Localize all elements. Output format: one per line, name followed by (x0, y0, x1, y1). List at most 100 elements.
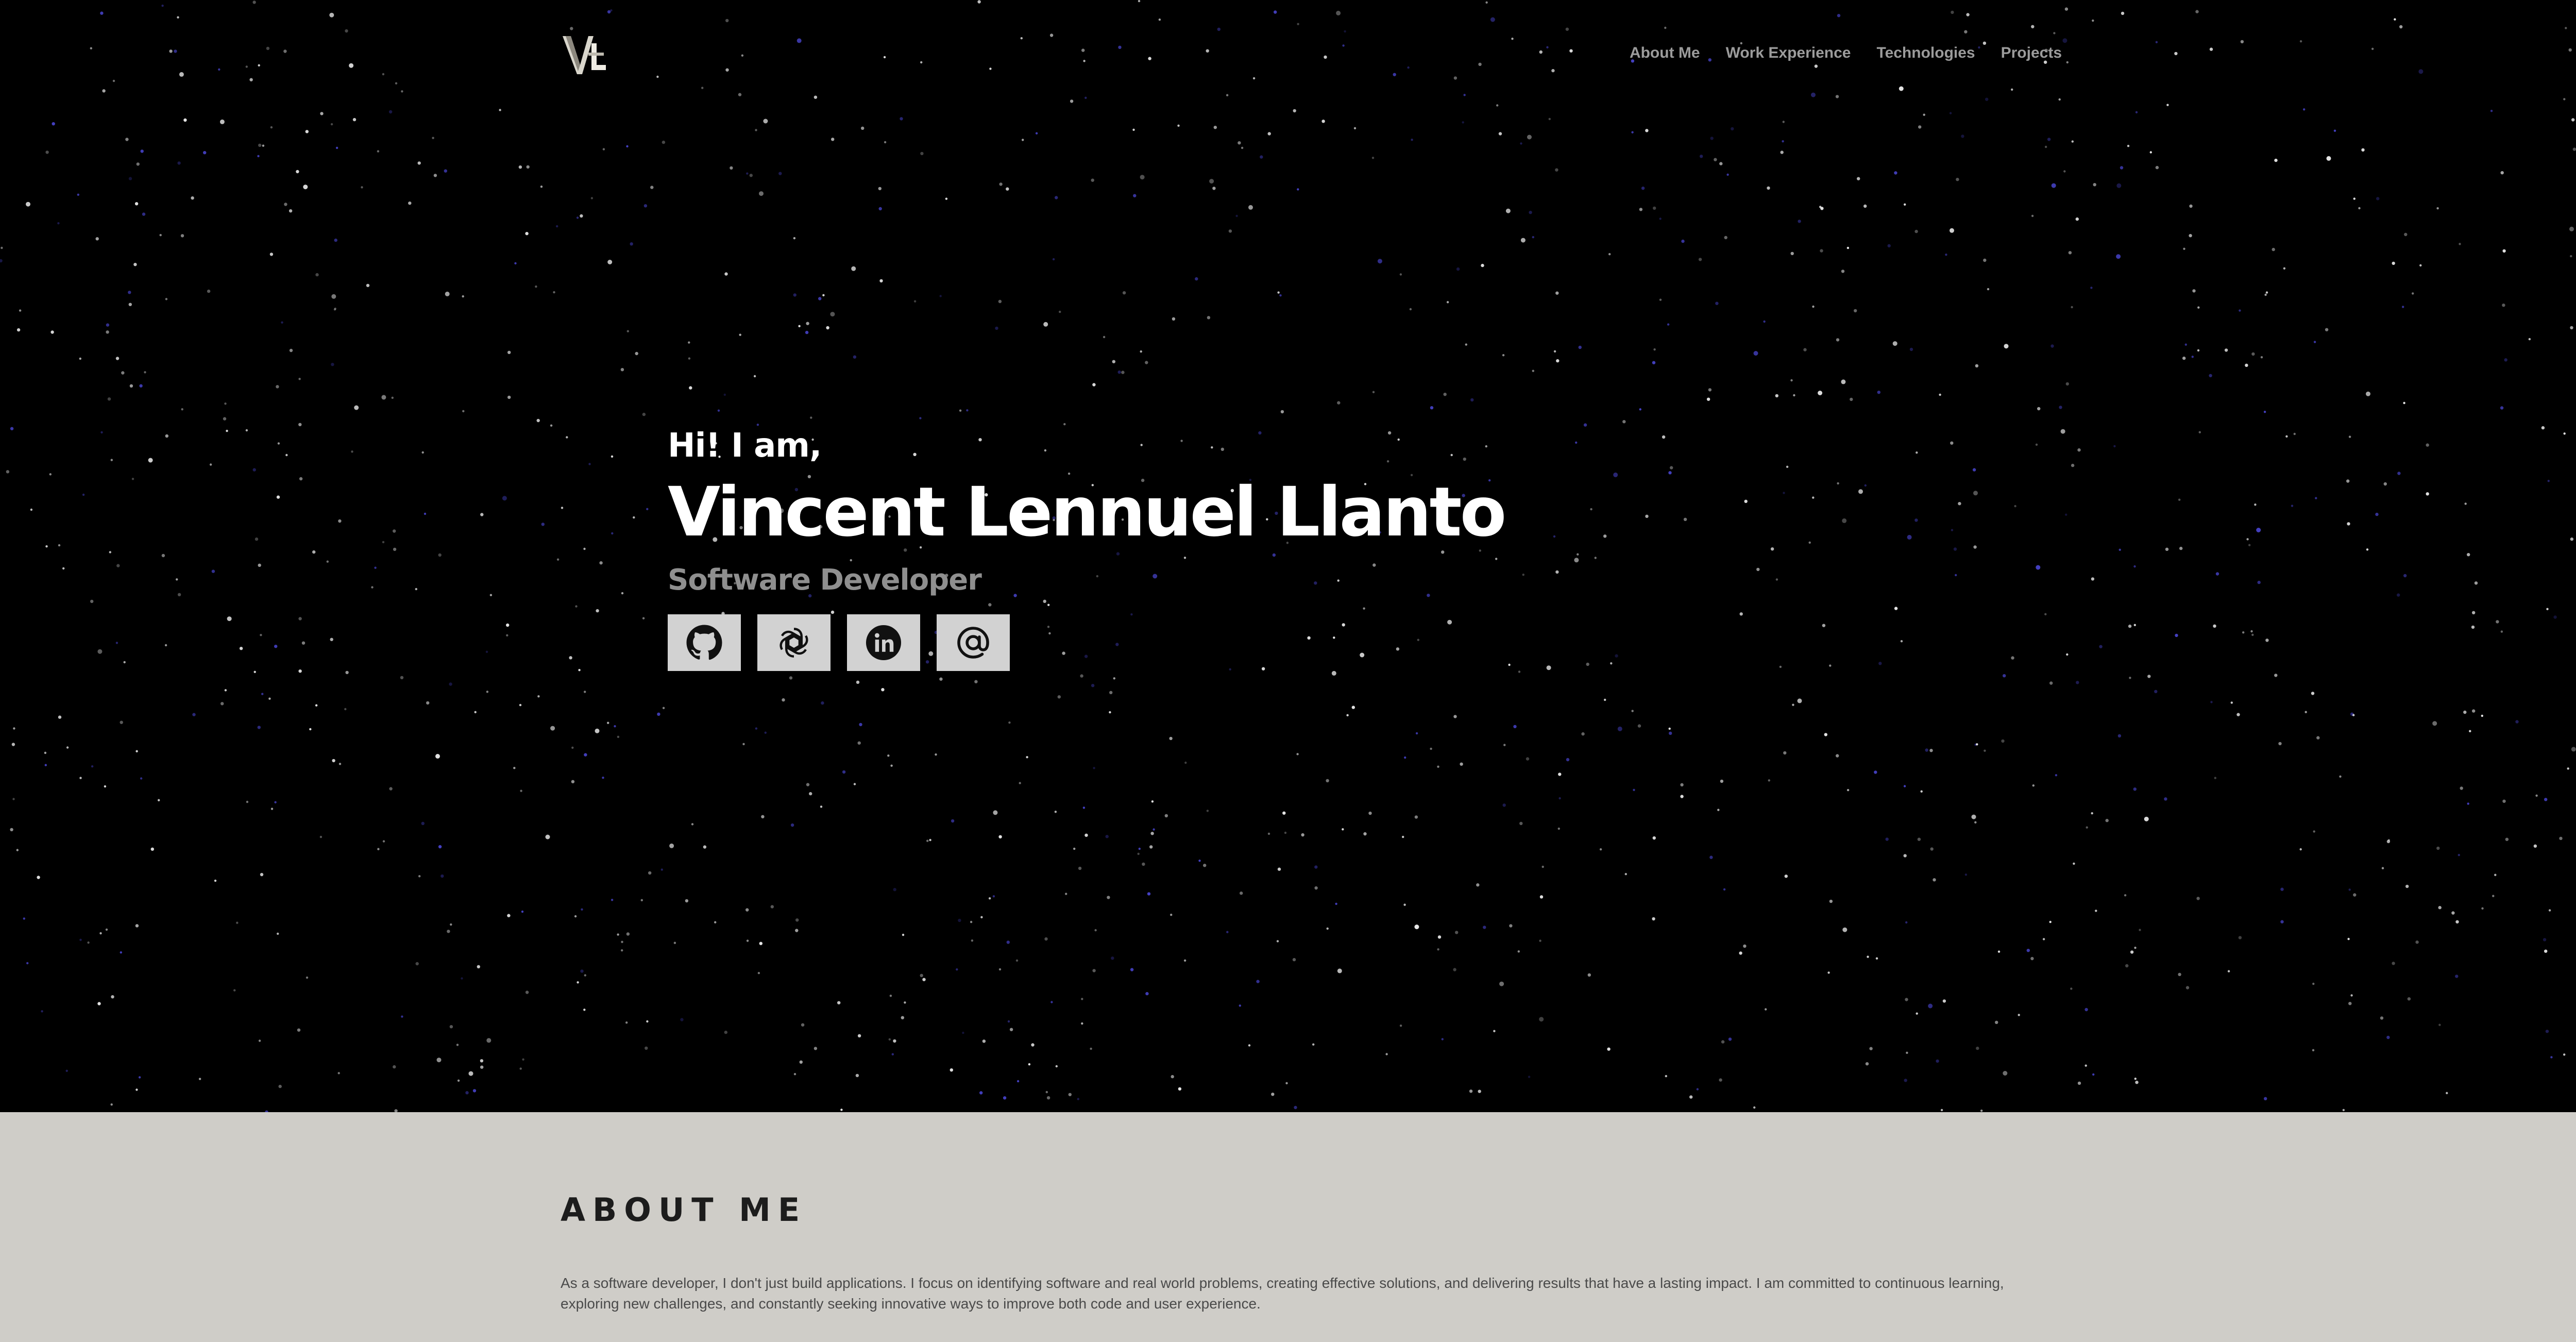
star (1836, 338, 1840, 342)
star (2467, 553, 2470, 557)
star (219, 119, 225, 124)
star (2066, 653, 2069, 656)
star (6, 470, 10, 474)
star (2099, 645, 2103, 648)
star (255, 537, 259, 541)
star (580, 969, 584, 973)
star (1399, 1025, 1402, 1027)
star (556, 558, 560, 561)
star (1956, 178, 1959, 181)
star (417, 161, 421, 165)
star (120, 951, 122, 954)
star (2502, 799, 2506, 803)
star (1279, 294, 1282, 297)
star (831, 138, 835, 141)
star (1112, 360, 1115, 363)
star (900, 117, 903, 121)
star (1719, 1078, 1722, 1082)
star (177, 593, 181, 597)
star (161, 553, 165, 558)
star (333, 308, 336, 311)
star (669, 843, 674, 848)
github-button[interactable] (668, 614, 741, 671)
star (761, 815, 765, 818)
star (556, 225, 558, 228)
star (935, 753, 937, 756)
nav-link-projects[interactable]: Projects (2001, 44, 2062, 62)
star (1714, 158, 1717, 161)
star (2361, 148, 2365, 152)
star (2412, 292, 2414, 295)
star (1558, 797, 1561, 800)
star (1724, 236, 1727, 240)
star (2175, 633, 2178, 638)
star (180, 234, 184, 238)
star (456, 1044, 459, 1046)
star (958, 918, 961, 922)
star (1267, 132, 1271, 136)
linkedin-button[interactable] (847, 614, 920, 671)
nav-link-about-me[interactable]: About Me (1630, 44, 1700, 62)
nav-link-technologies[interactable]: Technologies (1876, 44, 1975, 62)
star (116, 564, 120, 567)
star (1209, 179, 1214, 184)
star (2403, 401, 2405, 405)
star (2358, 207, 2361, 210)
star (611, 899, 614, 901)
star (2030, 957, 2034, 961)
star (2119, 548, 2121, 551)
star (1256, 980, 1260, 983)
logo[interactable] (561, 33, 608, 77)
star (993, 810, 998, 815)
star (507, 914, 511, 917)
star (37, 876, 40, 879)
star (1368, 811, 1372, 815)
star (1169, 736, 1173, 741)
star (2091, 577, 2095, 581)
star (106, 330, 109, 334)
star (657, 712, 660, 716)
star (298, 617, 302, 620)
star (319, 835, 323, 838)
star (77, 193, 79, 196)
star (158, 799, 160, 801)
star (1046, 1096, 1050, 1100)
star (2283, 267, 2286, 270)
star (1555, 291, 1559, 295)
star (214, 879, 217, 882)
star (2325, 328, 2329, 331)
star (331, 363, 334, 366)
star (929, 838, 931, 842)
star (1077, 1098, 1079, 1100)
star (521, 910, 524, 913)
star (1964, 874, 1968, 876)
email-button[interactable] (937, 614, 1010, 671)
star (2311, 692, 2315, 695)
star (1113, 677, 1115, 680)
star (1782, 140, 1784, 143)
star (2278, 742, 2282, 746)
openai-button[interactable] (757, 614, 831, 671)
star (1723, 888, 1726, 891)
star (2209, 374, 2212, 377)
star (2500, 171, 2504, 175)
star (1827, 971, 1830, 974)
star (1710, 137, 1714, 140)
star (1709, 855, 1713, 859)
star (730, 166, 733, 170)
star (457, 1079, 460, 1082)
nav-link-work-experience[interactable]: Work Experience (1726, 44, 1851, 62)
star (2436, 207, 2439, 210)
star (759, 191, 764, 196)
star (2403, 574, 2407, 578)
star (826, 326, 829, 330)
star (1637, 724, 1641, 728)
star (391, 396, 394, 399)
star (415, 588, 417, 591)
star (1353, 127, 1357, 129)
star (2133, 624, 2136, 627)
star (450, 923, 452, 926)
star (1950, 441, 1954, 445)
star (1430, 406, 1434, 410)
star (2049, 681, 2053, 685)
